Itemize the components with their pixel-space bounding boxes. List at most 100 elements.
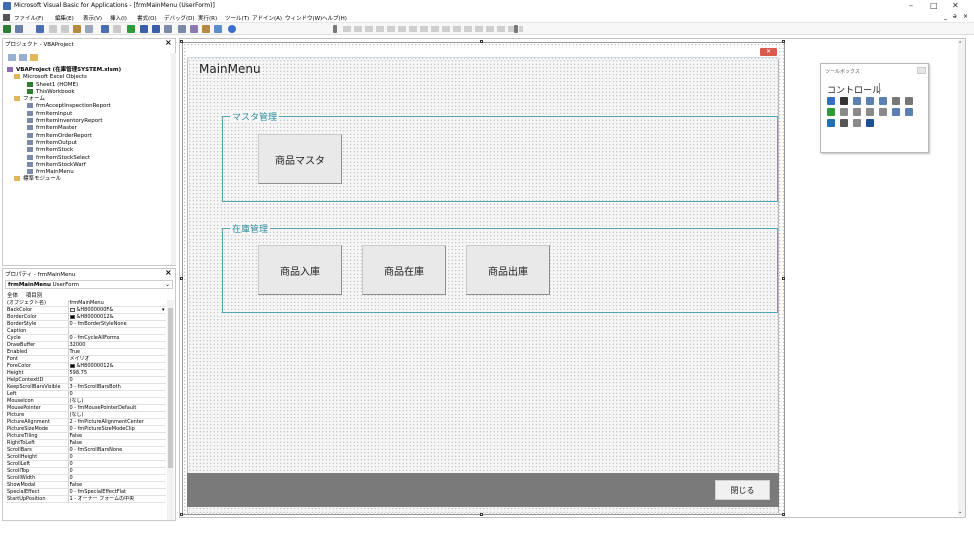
resize-handle[interactable] (180, 40, 183, 43)
properties-window-icon[interactable] (190, 25, 198, 33)
property-row[interactable]: Enabled True (6, 348, 166, 356)
property-row[interactable]: DrawBuffer 32000 (6, 341, 166, 349)
property-value[interactable]: 0 - fmCycleAllForms (68, 334, 166, 342)
image-icon[interactable] (827, 119, 835, 127)
property-row[interactable]: ScrollWidth 0 (6, 474, 166, 482)
property-row[interactable]: Left 0 (6, 390, 166, 398)
property-value[interactable]: &H80000012& (68, 313, 166, 321)
menu-addins[interactable]: アドイン(A) (252, 14, 282, 22)
treeview-icon[interactable] (866, 119, 874, 127)
frame-icon[interactable] (840, 108, 848, 116)
listbox-icon[interactable] (879, 97, 887, 105)
property-value[interactable]: 0 - fmScrollBarsNone (68, 446, 166, 454)
product-receiving-button[interactable]: 商品入庫 (258, 245, 342, 295)
label-icon[interactable] (840, 97, 848, 105)
tab-categorized[interactable]: 項目別 (26, 293, 43, 299)
refedit-icon[interactable] (840, 119, 848, 127)
togglebutton-icon[interactable] (827, 108, 835, 116)
cut-icon[interactable] (49, 25, 57, 33)
tree-item-form[interactable]: frmAcceptInspectionReport (7, 103, 167, 110)
property-row[interactable]: ScrollLeft 0 (6, 460, 166, 468)
design-mode-icon[interactable] (164, 25, 172, 33)
copy-icon[interactable] (61, 25, 69, 33)
pointer-icon[interactable] (827, 97, 835, 105)
property-row[interactable]: HelpContextID 0 (6, 376, 166, 384)
tree-item-form[interactable]: frmItemStock (7, 147, 167, 154)
mdi-restore-button[interactable]: ə (953, 13, 957, 20)
menu-edit[interactable]: 編集(E) (55, 14, 74, 22)
property-value[interactable]: 3 - fmScrollBarsBoth (68, 383, 166, 391)
property-value[interactable]: 0 (68, 474, 166, 482)
run-icon[interactable] (127, 25, 135, 33)
resize-handle[interactable] (782, 40, 785, 43)
menu-help[interactable]: ヘルプ(H) (322, 14, 347, 22)
property-row[interactable]: MousePointer 0 - fmMousePointerDefault (6, 404, 166, 412)
properties-pane-close-button[interactable]: × (165, 269, 172, 277)
designer-vertical-scrollbar[interactable] (958, 40, 965, 516)
property-value[interactable]: True (68, 348, 166, 356)
listview-icon[interactable] (853, 119, 861, 127)
resize-handle[interactable] (480, 513, 483, 516)
property-value[interactable]: False (68, 481, 166, 489)
checkbox-icon[interactable] (892, 97, 900, 105)
property-value[interactable]: False (68, 439, 166, 447)
property-value[interactable]: メイリオ (68, 355, 166, 363)
close-form-button[interactable]: 閉じる (715, 480, 770, 500)
mdi-minimize-button[interactable]: _ (944, 13, 947, 20)
scroll-up-arrow-icon[interactable]: ⌃ (958, 41, 962, 47)
resize-handle[interactable] (180, 277, 183, 280)
property-value[interactable]: 0 - fmSpecialEffectFlat (68, 488, 166, 496)
view-code-icon[interactable] (8, 54, 16, 61)
property-row[interactable]: RightToLeft False (6, 439, 166, 447)
tree-item-form[interactable]: frmItemOrderReport (7, 132, 167, 140)
userform-close-button[interactable]: ✕ (760, 48, 777, 56)
property-row[interactable]: PictureSizeMode 0 - fmPictureSizeModeClip (6, 425, 166, 433)
tabstrip-icon[interactable] (866, 108, 874, 116)
property-value[interactable]: False (68, 432, 166, 440)
paste-icon[interactable] (73, 25, 81, 33)
reset-icon[interactable] (152, 25, 160, 33)
resize-handle[interactable] (180, 513, 183, 516)
scrollbar-icon[interactable] (892, 108, 900, 116)
project-explorer-icon[interactable] (178, 25, 186, 33)
view-object-icon[interactable] (19, 54, 27, 61)
redo-icon[interactable] (113, 25, 121, 33)
property-row[interactable]: Height 598.75 (6, 369, 166, 377)
property-value[interactable]: &H80000012& (68, 362, 166, 370)
property-value[interactable]: 2 - fmPictureAlignmentCenter (68, 418, 166, 426)
combobox-icon[interactable] (866, 97, 874, 105)
toolbar-overflow-icon[interactable] (514, 25, 518, 33)
optionbutton-icon[interactable] (905, 97, 913, 105)
property-row[interactable]: SpecialEffect 0 - fmSpecialEffectFlat (6, 488, 166, 496)
tab-alphabetic[interactable]: 全体 (7, 293, 18, 299)
tree-item-form[interactable]: frmItemStockSelect (7, 154, 167, 162)
tree-item-forms[interactable]: フォーム (7, 96, 167, 103)
product-shipping-button[interactable]: 商品出庫 (466, 245, 550, 295)
edit-toolbar-grip-icon[interactable] (333, 25, 337, 33)
property-row[interactable]: ScrollHeight 0 (6, 453, 166, 461)
menu-window[interactable]: ウィンドウ(W) (285, 14, 322, 22)
resize-handle[interactable] (782, 277, 785, 280)
insert-userform-icon[interactable] (15, 25, 23, 33)
property-row[interactable]: ShowModal False (6, 481, 166, 489)
chevron-down-icon[interactable]: ⌄ (165, 281, 170, 288)
tree-item-form[interactable]: frmItemInput (7, 110, 167, 118)
property-value[interactable]: 0 (68, 460, 166, 468)
toolbox-close-button[interactable] (917, 67, 926, 74)
menu-view[interactable]: 表示(V) (83, 14, 102, 22)
object-browser-icon[interactable] (202, 25, 210, 33)
dropdown-arrow-icon[interactable]: ▾ (162, 307, 165, 313)
resize-handle[interactable] (782, 513, 785, 516)
property-value[interactable]: 0 (68, 467, 166, 475)
toggle-folders-icon[interactable] (30, 54, 38, 61)
object-selector[interactable]: frmMainMenu UserForm ⌄ (5, 280, 173, 289)
property-value[interactable]: 0 - fmPictureSizeModeClip (68, 425, 166, 433)
find-icon[interactable] (85, 25, 93, 33)
property-value[interactable]: &H8000000F& ▾ (68, 306, 166, 314)
project-pane-scrollbar[interactable] (171, 53, 176, 265)
properties-scrollbar[interactable] (167, 300, 174, 520)
break-icon[interactable] (140, 25, 148, 33)
product-master-button[interactable]: 商品マスタ (258, 134, 342, 184)
property-value[interactable]: 0 - fmBorderStyleNone (68, 320, 166, 328)
property-value[interactable]: (なし) (68, 397, 166, 405)
